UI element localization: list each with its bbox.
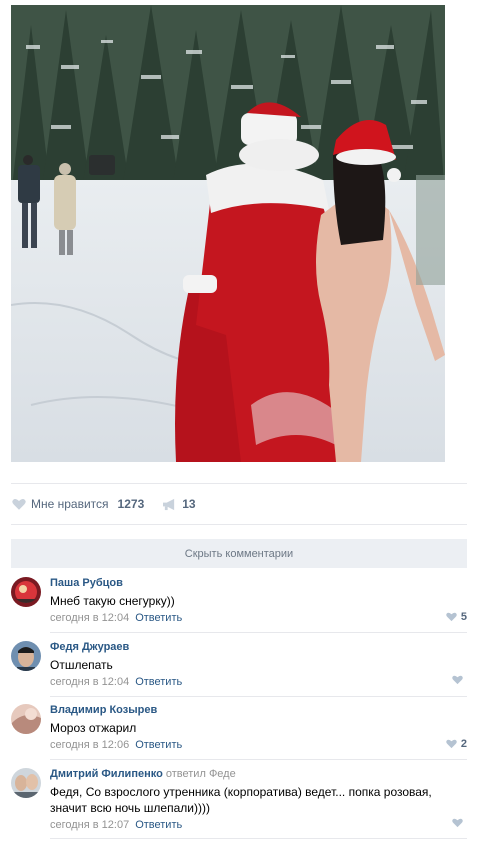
comment-meta: сегодня в 12:04 Ответить bbox=[50, 676, 467, 689]
comment: Владимир Козырев Мороз отжарил сегодня в… bbox=[11, 704, 467, 754]
comment-meta: сегодня в 12:04 Ответить bbox=[50, 612, 467, 625]
comment-text: Федя, Со взрослого утренника (корпоратив… bbox=[50, 785, 432, 815]
reply-link[interactable]: Ответить bbox=[135, 612, 182, 624]
comment-divider bbox=[50, 632, 467, 633]
like-count: 1273 bbox=[117, 497, 145, 511]
avatar[interactable] bbox=[11, 768, 41, 798]
comment-text: Мнеб такую снегурку)) bbox=[50, 594, 175, 608]
like-button[interactable]: Мне нравится 1273 bbox=[12, 497, 144, 511]
share-button[interactable]: 13 bbox=[162, 497, 196, 511]
avatar[interactable] bbox=[11, 641, 41, 671]
like-label: Мне нравится bbox=[31, 497, 109, 511]
comment-like-button[interactable] bbox=[452, 818, 467, 828]
avatar[interactable] bbox=[11, 577, 41, 607]
heart-icon bbox=[12, 498, 26, 510]
comment-meta: сегодня в 12:07 Ответить bbox=[50, 819, 467, 832]
comment-time[interactable]: сегодня в 12:07 bbox=[50, 819, 129, 831]
winter-walk-photo bbox=[11, 5, 445, 462]
comment: Дмитрий Филипенко ответил Феде Федя, Со … bbox=[11, 768, 467, 834]
comment: Федя Джураев Отшлепать сегодня в 12:04 От… bbox=[11, 641, 467, 691]
comment: Паша Рубцов Мнеб такую снегурку)) сегодн… bbox=[11, 577, 467, 627]
comment-text: Отшлепать bbox=[50, 658, 113, 672]
post-actions: Мне нравится 1273 13 bbox=[11, 483, 467, 525]
comment-author[interactable]: Паша Рубцов bbox=[50, 577, 467, 590]
comment-divider bbox=[50, 759, 467, 760]
comment-like-count: 2 bbox=[460, 738, 467, 750]
comment-author[interactable]: Федя Джураев bbox=[50, 641, 467, 654]
post-photo[interactable] bbox=[11, 5, 445, 462]
heart-icon bbox=[452, 818, 463, 828]
comment-author: Дмитрий Филипенко ответил Феде bbox=[50, 768, 467, 781]
heart-icon bbox=[452, 675, 463, 685]
reply-link[interactable]: Ответить bbox=[135, 819, 182, 831]
share-count: 13 bbox=[182, 497, 196, 511]
comment-like-count: 5 bbox=[460, 611, 467, 623]
replied-to-link[interactable]: Феде bbox=[209, 768, 236, 780]
comment-meta: сегодня в 12:06 Ответить bbox=[50, 739, 467, 752]
comment-author[interactable]: Владимир Козырев bbox=[50, 704, 467, 717]
heart-icon bbox=[446, 739, 457, 749]
comment-author-name[interactable]: Дмитрий Филипенко bbox=[50, 768, 163, 780]
comment-time[interactable]: сегодня в 12:04 bbox=[50, 676, 129, 688]
megaphone-icon bbox=[163, 498, 175, 510]
comment-like-button[interactable]: 2 bbox=[446, 738, 467, 750]
comment-time[interactable]: сегодня в 12:06 bbox=[50, 739, 129, 751]
comment-like-button[interactable]: 5 bbox=[446, 611, 467, 623]
reply-link[interactable]: Ответить bbox=[135, 676, 182, 688]
comment-divider bbox=[50, 838, 467, 839]
comment-like-button[interactable] bbox=[452, 675, 467, 685]
reply-link[interactable]: Ответить bbox=[135, 739, 182, 751]
avatar[interactable] bbox=[11, 704, 41, 734]
heart-icon bbox=[446, 612, 457, 622]
comment-time[interactable]: сегодня в 12:04 bbox=[50, 612, 129, 624]
comment-divider bbox=[50, 696, 467, 697]
hide-comments-button[interactable]: Скрыть комментарии bbox=[11, 539, 467, 568]
replied-word: ответил bbox=[165, 768, 206, 780]
comment-text: Мороз отжарил bbox=[50, 721, 137, 735]
